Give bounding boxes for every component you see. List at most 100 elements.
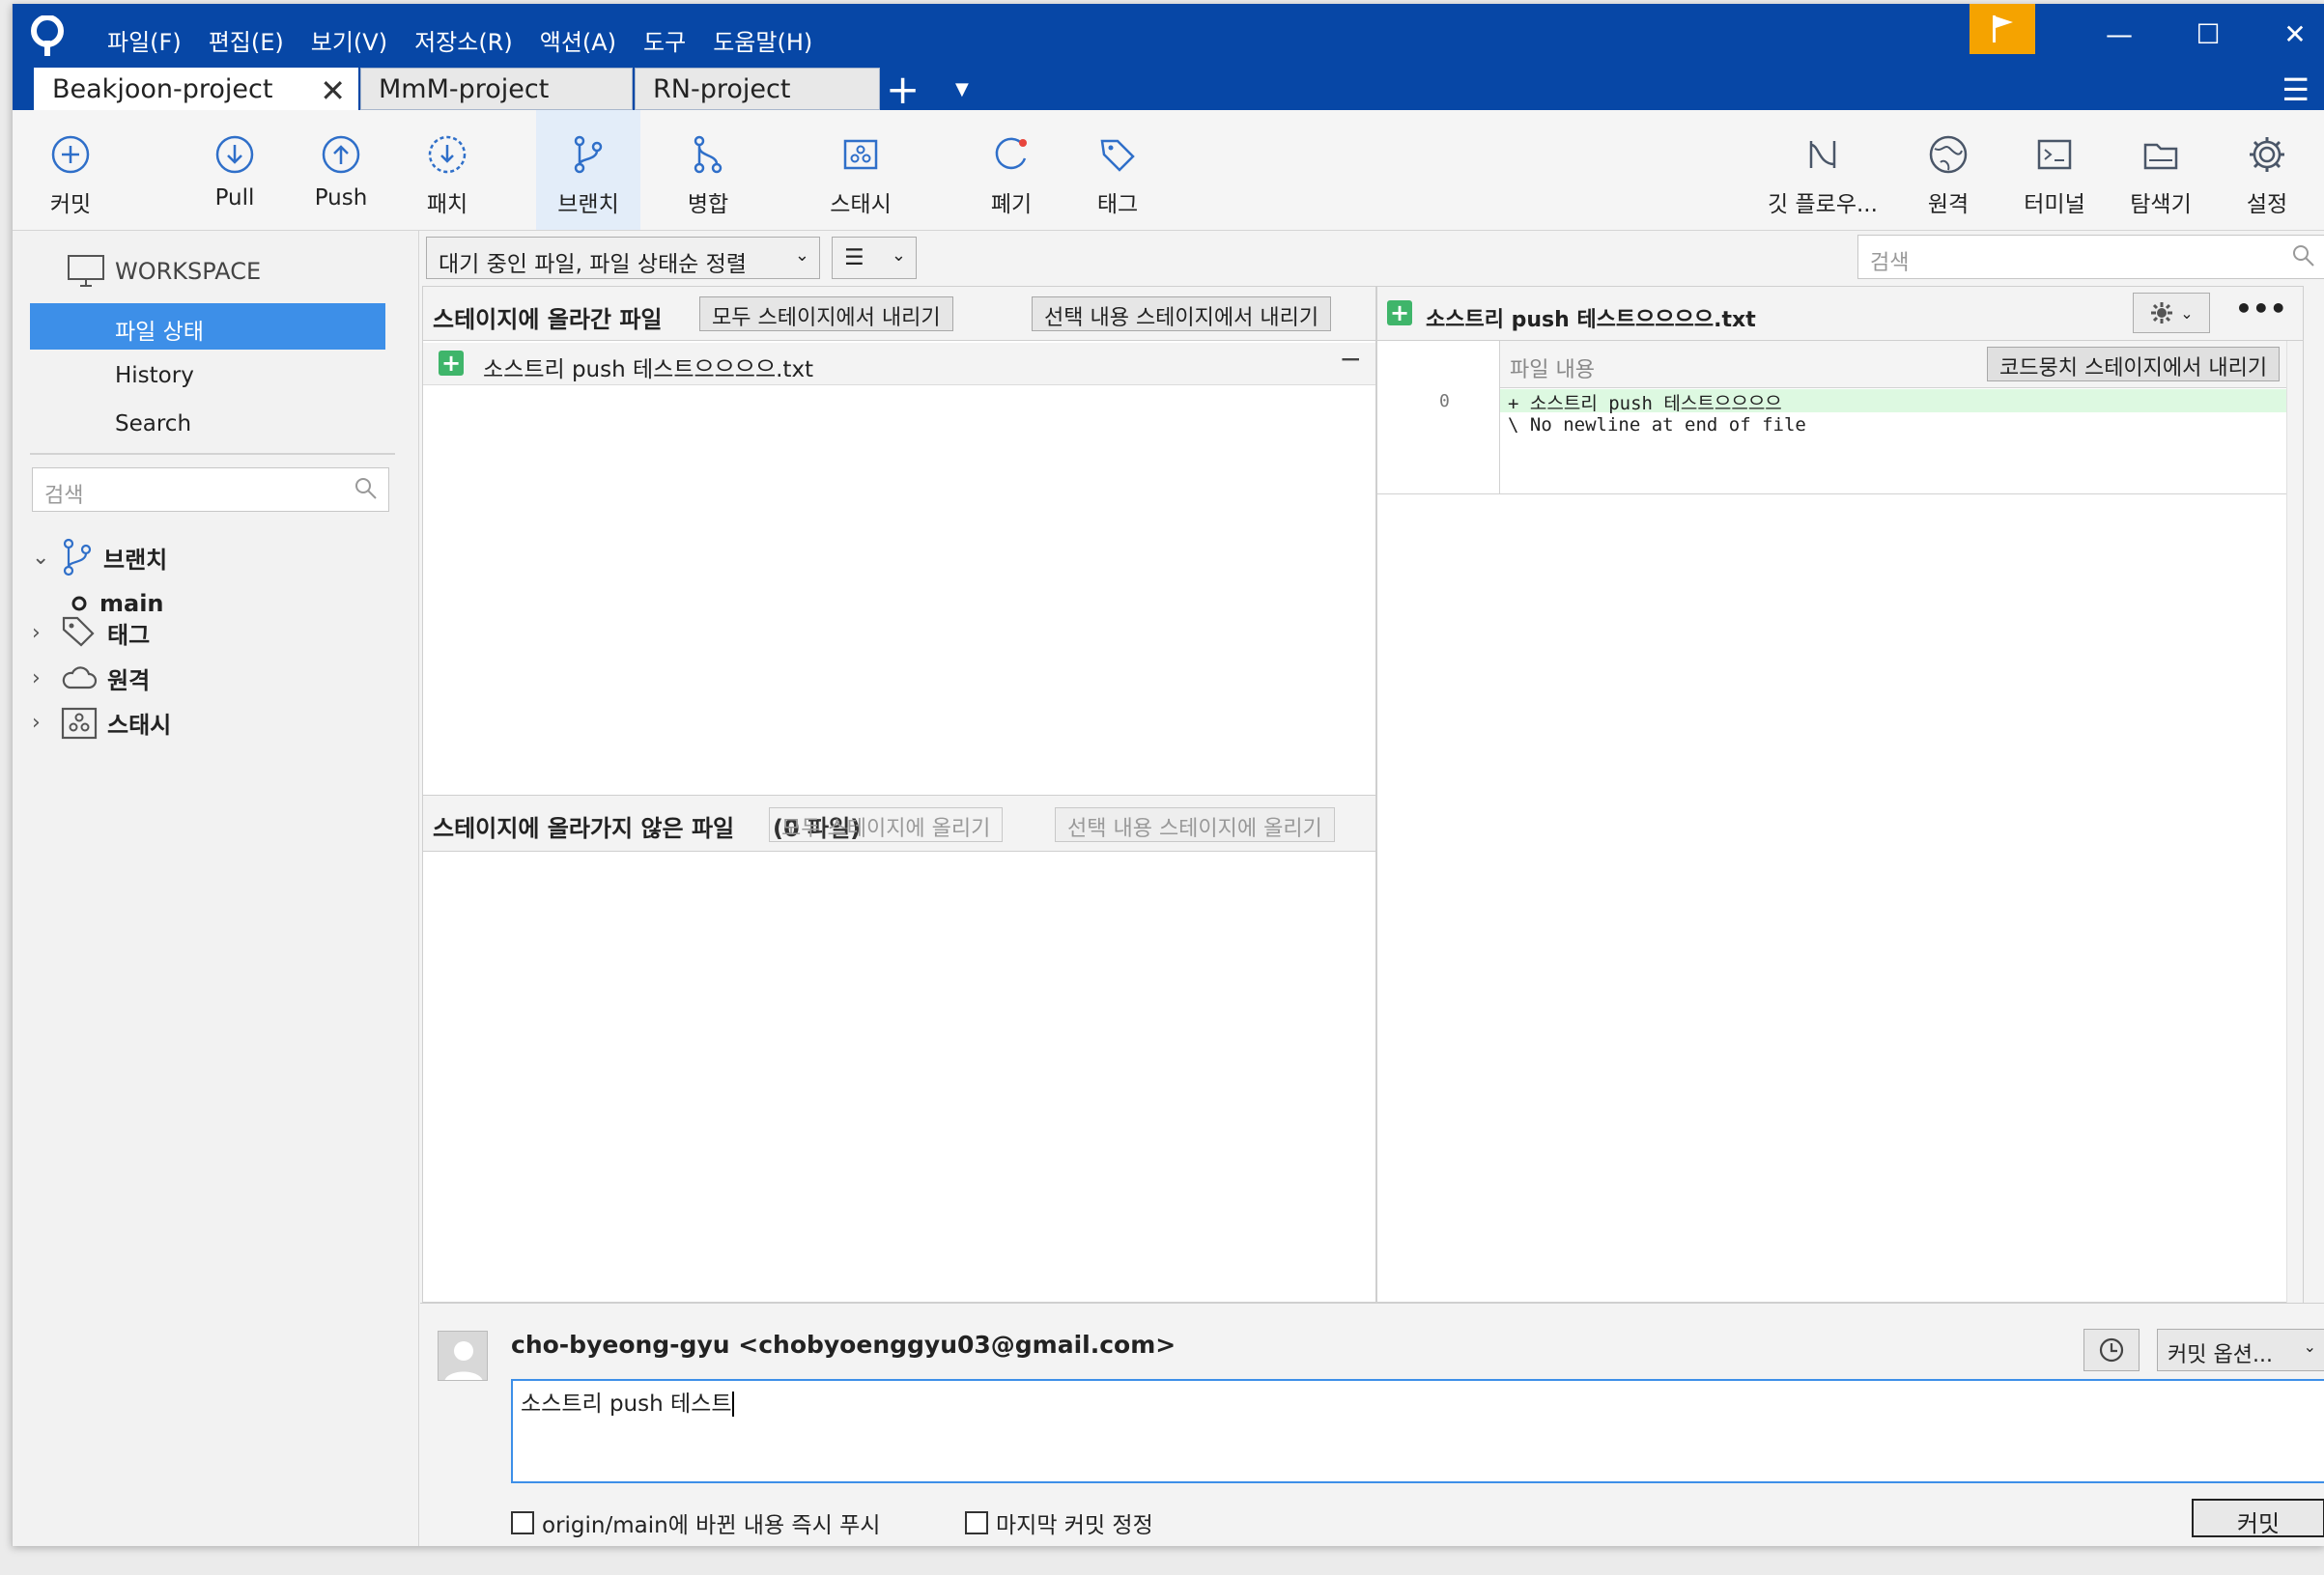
sort-dropdown[interactable]: 대기 중인 파일, 파일 상태순 정렬 ⌄ — [426, 237, 820, 279]
commit-history-button[interactable] — [2083, 1329, 2140, 1371]
add-tab-button[interactable]: + — [886, 66, 920, 113]
gitflow-button[interactable]: 깃 플로우... — [1755, 110, 1890, 230]
menu-repository[interactable]: 저장소(R) — [401, 17, 526, 63]
stage-all-button[interactable]: 모두 스테이지에 올리기 — [769, 807, 1004, 842]
diff-scrollbar[interactable] — [2286, 341, 2303, 1303]
commit-message-text: 소스트리 push 테스트 — [521, 1392, 732, 1417]
tags-label: 태그 — [107, 621, 151, 649]
push-immediately-checkbox[interactable]: origin/main에 바뀐 내용 즉시 푸시 — [511, 1506, 880, 1539]
tag-icon — [62, 616, 95, 647]
checkbox-box[interactable] — [965, 1511, 988, 1534]
commit-options-dropdown[interactable]: 커밋 옵션... ⌄ — [2157, 1329, 2324, 1371]
unstage-file-icon[interactable]: − — [1340, 343, 1362, 375]
unstage-hunk-button[interactable]: 코드뭉치 스테이지에서 내리기 — [1987, 347, 2281, 381]
view-mode-dropdown[interactable]: ☰ ⌄ — [832, 237, 917, 279]
stash-button[interactable]: 스태시 — [805, 110, 917, 230]
staged-file-row[interactable]: + 소스트리 push 테스트으으으으.txt − — [423, 343, 1375, 385]
nav-file-status[interactable]: 파일 상태 — [30, 303, 385, 350]
unstage-selected-button[interactable]: 선택 내용 스테이지에서 내리기 — [1032, 296, 1332, 331]
terminal-label: 터미널 — [2024, 192, 2085, 217]
tags-section[interactable]: › 태그 — [32, 615, 150, 650]
checkbox-box[interactable] — [511, 1511, 534, 1534]
title-bar: 파일(F) 편집(E) 보기(V) 저장소(R) 액션(A) 도구 도움말(H)… — [13, 4, 2324, 113]
merge-icon — [694, 135, 723, 174]
tab-beakjoon-project[interactable]: Beakjoon-project ✕ — [34, 68, 358, 110]
remotes-section[interactable]: › 원격 — [32, 661, 150, 695]
chevron-right-icon: › — [32, 620, 41, 645]
commit-author: cho-byeong-gyu <chobyoenggyu03@gmail.com… — [511, 1331, 1176, 1359]
pull-button[interactable]: Pull — [190, 110, 279, 230]
terminal-icon — [2037, 139, 2072, 170]
close-window-button[interactable]: ✕ — [2252, 4, 2324, 64]
tag-button[interactable]: 태그 — [1073, 110, 1162, 230]
commit-submit-button[interactable]: 커밋 — [2192, 1499, 2324, 1537]
menu-tools[interactable]: 도구 — [630, 17, 699, 63]
stage-selected-button[interactable]: 선택 내용 스테이지에 올리기 — [1055, 807, 1335, 842]
tab-mmm-project[interactable]: MmM-project — [360, 68, 633, 110]
diff-line-number: 0 — [1439, 391, 1450, 411]
list-view-icon: ☰ — [844, 245, 864, 270]
explorer-label: 탐색기 — [2130, 192, 2192, 217]
menu-actions[interactable]: 액션(A) — [526, 17, 630, 63]
remote-button[interactable]: 원격 — [1904, 110, 1993, 230]
file-search-input[interactable]: 검색 — [1857, 235, 2324, 279]
branches-section[interactable]: ⌄ 브랜치 — [32, 538, 167, 577]
terminal-button[interactable]: 터미널 — [2010, 110, 2099, 230]
settings-button[interactable]: 설정 — [2223, 110, 2311, 230]
commit-toolbar-button[interactable]: 커밋 — [26, 110, 115, 230]
branch-main-label: main — [99, 590, 164, 617]
chevron-right-icon: › — [32, 711, 41, 735]
diff-added-line: + 소스트리 push 테스트으으으으 — [1500, 389, 2303, 414]
menu-bar: 파일(F) 편집(E) 보기(V) 저장소(R) 액션(A) 도구 도움말(H) — [94, 17, 826, 63]
discard-button[interactable]: 폐기 — [967, 110, 1056, 230]
nav-history[interactable]: History — [30, 353, 385, 400]
amend-commit-checkbox[interactable]: 마지막 커밋 정정 — [965, 1506, 1153, 1539]
push-immediately-label: origin/main에 바뀐 내용 즉시 푸시 — [542, 1513, 881, 1538]
tab-list-dropdown-icon[interactable]: ▼ — [955, 79, 969, 99]
cloud-icon — [62, 665, 98, 689]
remote-label: 원격 — [1927, 192, 1970, 217]
unstaged-title: 스테이지에 올라가지 않은 파일 — [433, 815, 735, 842]
unstaged-header: 스테이지에 올라가지 않은 파일 (0 파일) 모두 스테이지에 올리기 선택 … — [423, 796, 1375, 852]
diff-options-dropdown[interactable]: ⌄ — [2133, 293, 2210, 333]
branch-icon — [574, 135, 603, 174]
chevron-down-icon: ⌄ — [891, 245, 906, 266]
commit-message-input[interactable]: 소스트리 push 테스트 — [511, 1379, 2324, 1483]
more-options-icon[interactable]: ••• — [2235, 293, 2287, 324]
sort-label: 대기 중인 파일, 파일 상태순 정렬 — [439, 252, 747, 277]
added-file-icon: + — [439, 351, 464, 376]
unstaged-files-panel: 스테이지에 올라가지 않은 파일 (0 파일) 모두 스테이지에 올리기 선택 … — [422, 795, 1376, 1303]
notification-flag-button[interactable] — [1970, 4, 2035, 54]
sidebar-search-input[interactable]: 검색 — [32, 467, 389, 512]
menu-edit[interactable]: 편집(E) — [195, 17, 298, 63]
line-number-gutter — [1377, 341, 1500, 493]
nav-search[interactable]: Search — [30, 402, 385, 448]
patch-button[interactable]: 패치 — [403, 110, 492, 230]
menu-file[interactable]: 파일(F) — [94, 17, 195, 63]
staged-title: 스테이지에 올라간 파일 — [433, 306, 663, 333]
minimize-button[interactable]: — — [2076, 4, 2163, 64]
menu-view[interactable]: 보기(V) — [298, 17, 401, 63]
menu-help[interactable]: 도움말(H) — [699, 17, 826, 63]
hamburger-menu-icon[interactable]: ☰ — [2281, 71, 2310, 108]
push-button[interactable]: Push — [297, 110, 385, 230]
hunk-header: 파일 내용 코드뭉치 스테이지에서 내리기 — [1500, 341, 2303, 388]
merge-button[interactable]: 병합 — [664, 110, 752, 230]
workspace-label: WORKSPACE — [115, 258, 262, 285]
diff-hunk: 파일 내용 코드뭉치 스테이지에서 내리기 0 + 소스트리 push 테스트으… — [1377, 341, 2303, 494]
branch-item-main[interactable]: main — [69, 590, 164, 617]
gear-icon — [2151, 302, 2173, 323]
tab-close-icon[interactable]: ✕ — [320, 72, 346, 109]
maximize-button[interactable]: ☐ — [2165, 4, 2252, 64]
pull-arrow-down-icon — [215, 135, 254, 174]
search-icon — [2293, 245, 2314, 267]
explorer-button[interactable]: 탐색기 — [2116, 110, 2205, 230]
tab-rn-project[interactable]: RN-project — [635, 68, 880, 110]
tab-label: MmM-project — [379, 74, 550, 104]
unstage-all-button[interactable]: 모두 스테이지에서 내리기 — [699, 296, 953, 331]
branch-button[interactable]: 브랜치 — [536, 110, 640, 230]
pull-label: Pull — [214, 185, 255, 211]
stashes-section[interactable]: › 스태시 — [32, 706, 171, 740]
stashes-label: 스태시 — [107, 712, 172, 739]
patch-label: 패치 — [426, 192, 468, 217]
